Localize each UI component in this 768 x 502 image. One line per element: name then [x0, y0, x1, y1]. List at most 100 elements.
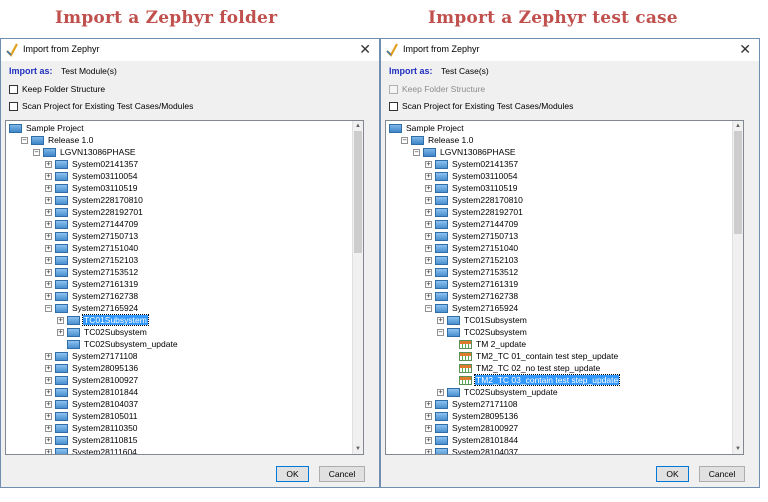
tree-item[interactable]: TM2_TC 02_no test step_update: [449, 362, 601, 374]
cancel-button[interactable]: Cancel: [319, 466, 365, 482]
expand-icon[interactable]: +: [425, 196, 432, 204]
tree-item[interactable]: + System27150713: [425, 230, 519, 242]
tree-item[interactable]: + System28095136: [425, 410, 519, 422]
scroll-down-icon[interactable]: ▼: [353, 444, 363, 454]
tree-item[interactable]: + System02141357: [425, 158, 519, 170]
tree-item[interactable]: + System27151040: [45, 242, 139, 254]
tree-item[interactable]: + System03110054: [45, 170, 139, 182]
expand-icon[interactable]: +: [425, 292, 432, 300]
collapse-icon[interactable]: −: [33, 148, 40, 156]
tree-item[interactable]: + System27161319: [45, 278, 139, 290]
tree-item[interactable]: − LGVN13086PHASE: [33, 146, 137, 158]
tree-item[interactable]: + System28104037: [45, 398, 139, 410]
scroll-up-icon[interactable]: ▲: [353, 121, 363, 131]
expand-icon[interactable]: +: [425, 160, 432, 168]
expand-icon[interactable]: +: [437, 316, 444, 324]
tree-item[interactable]: + TC01Subsystem: [437, 314, 528, 326]
scan-project-checkbox[interactable]: Scan Project for Existing Test Cases/Mod…: [389, 101, 573, 111]
expand-icon[interactable]: +: [425, 244, 432, 252]
expand-icon[interactable]: +: [425, 172, 432, 180]
project-tree[interactable]: Sample Project − Release 1.0− LGVN13086PHAS…: [5, 120, 364, 455]
tree-item[interactable]: + System228192701: [425, 206, 524, 218]
tree-item[interactable]: + System27153512: [425, 266, 519, 278]
cancel-button[interactable]: Cancel: [699, 466, 745, 482]
scroll-up-icon[interactable]: ▲: [733, 121, 743, 131]
expand-icon[interactable]: +: [45, 448, 52, 454]
tree-item[interactable]: + System28111604: [45, 446, 138, 454]
tree-item[interactable]: + System27144709: [425, 218, 519, 230]
vertical-scrollbar[interactable]: ▲ ▼: [732, 121, 743, 454]
tree-item[interactable]: TM 2_update: [449, 338, 527, 350]
tree-item[interactable]: − Release 1.0: [401, 134, 474, 146]
collapse-icon[interactable]: −: [413, 148, 420, 156]
tree-item[interactable]: + System28110350: [45, 422, 139, 434]
expand-icon[interactable]: +: [425, 412, 432, 420]
tree-item[interactable]: − Release 1.0: [21, 134, 94, 146]
expand-icon[interactable]: +: [45, 412, 52, 420]
tree-item[interactable]: Sample Project: [389, 122, 465, 134]
checkbox-box[interactable]: [9, 84, 18, 94]
expand-icon[interactable]: +: [45, 196, 52, 204]
expand-icon[interactable]: +: [45, 400, 52, 408]
expand-icon[interactable]: +: [425, 400, 432, 408]
expand-icon[interactable]: +: [45, 436, 52, 444]
expand-icon[interactable]: +: [425, 280, 432, 288]
expand-icon[interactable]: +: [45, 292, 52, 300]
expand-icon[interactable]: +: [45, 220, 52, 228]
expand-icon[interactable]: +: [45, 376, 52, 384]
tree-item[interactable]: TM2_TC 01_contain test step_update: [449, 350, 619, 362]
tree-item[interactable]: + System27144709: [45, 218, 139, 230]
tree-item[interactable]: + System28105011: [45, 410, 139, 422]
expand-icon[interactable]: +: [425, 256, 432, 264]
tree-item[interactable]: + System27153512: [45, 266, 139, 278]
tree-item[interactable]: + System28104037: [425, 446, 519, 454]
expand-icon[interactable]: +: [45, 208, 52, 216]
expand-icon[interactable]: +: [425, 424, 432, 432]
tree-item[interactable]: + System228170810: [45, 194, 144, 206]
tree-item[interactable]: + System228170810: [425, 194, 524, 206]
keep-folder-structure-checkbox[interactable]: Keep Folder Structure: [9, 84, 105, 94]
expand-icon[interactable]: +: [45, 172, 52, 180]
tree-item[interactable]: + TC02Subsystem: [57, 326, 148, 338]
tree-item[interactable]: − LGVN13086PHASE: [413, 146, 517, 158]
ok-button[interactable]: OK: [656, 466, 689, 482]
tree-item[interactable]: − System27165924: [425, 302, 519, 314]
collapse-icon[interactable]: −: [401, 136, 408, 144]
expand-icon[interactable]: +: [45, 364, 52, 372]
expand-icon[interactable]: +: [425, 232, 432, 240]
tree-item[interactable]: TC02Subsystem_update: [57, 338, 179, 350]
scroll-down-icon[interactable]: ▼: [733, 444, 743, 454]
expand-icon[interactable]: +: [45, 424, 52, 432]
expand-icon[interactable]: +: [45, 160, 52, 168]
tree-item[interactable]: + System03110519: [45, 182, 139, 194]
tree-item[interactable]: + TC02Subsystem_update: [437, 386, 559, 398]
project-tree[interactable]: Sample Project − Release 1.0− LGVN13086PHAS…: [385, 120, 744, 455]
tree-item[interactable]: + System02141357: [45, 158, 139, 170]
vertical-scrollbar[interactable]: ▲ ▼: [352, 121, 363, 454]
expand-icon[interactable]: +: [45, 352, 52, 360]
tree-item[interactable]: + System27162738: [45, 290, 139, 302]
tree-item[interactable]: + System228192701: [45, 206, 144, 218]
title-bar[interactable]: Import from Zephyr ✕: [1, 39, 379, 61]
expand-icon[interactable]: +: [425, 184, 432, 192]
expand-icon[interactable]: +: [425, 448, 432, 454]
collapse-icon[interactable]: −: [437, 328, 444, 336]
tree-item[interactable]: + System27152103: [425, 254, 519, 266]
expand-icon[interactable]: +: [45, 244, 52, 252]
collapse-icon[interactable]: −: [425, 304, 432, 312]
tree-item[interactable]: + TC01Subsystem: [57, 314, 149, 326]
expand-icon[interactable]: +: [425, 268, 432, 276]
tree-item[interactable]: + System27171108: [45, 350, 139, 362]
expand-icon[interactable]: +: [57, 316, 64, 324]
tree-item[interactable]: + System27152103: [45, 254, 139, 266]
tree-item[interactable]: + System27151040: [425, 242, 519, 254]
scan-project-checkbox[interactable]: Scan Project for Existing Test Cases/Mod…: [9, 101, 193, 111]
tree-item[interactable]: + System28110815: [45, 434, 139, 446]
tree-item[interactable]: − TC02Subsystem: [437, 326, 528, 338]
scroll-thumb[interactable]: [354, 131, 362, 254]
tree-item[interactable]: + System28101844: [425, 434, 519, 446]
ok-button[interactable]: OK: [276, 466, 309, 482]
expand-icon[interactable]: +: [425, 208, 432, 216]
expand-icon[interactable]: +: [45, 256, 52, 264]
expand-icon[interactable]: +: [425, 220, 432, 228]
